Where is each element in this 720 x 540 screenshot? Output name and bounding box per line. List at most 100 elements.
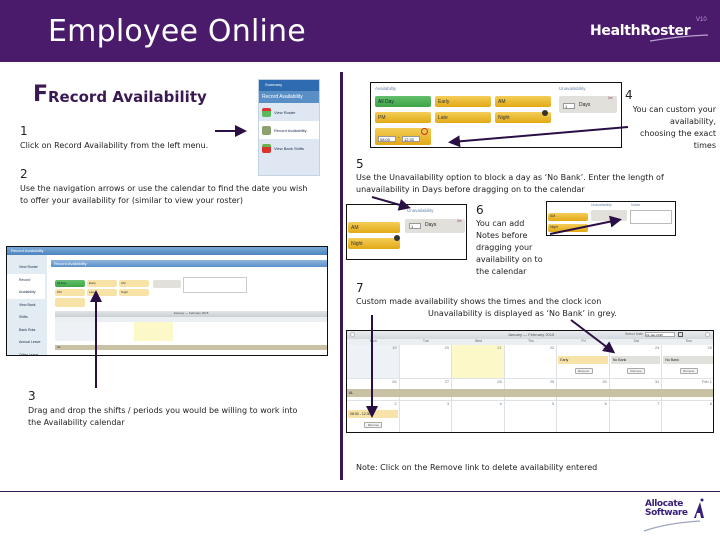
calendar-day-cell[interactable]: 4 <box>452 401 505 432</box>
day-number: 28 <box>497 379 502 384</box>
tile-am[interactable]: AM <box>348 222 400 233</box>
calendar-day-cell[interactable]: 6 <box>557 401 610 432</box>
day-number: 6 <box>604 401 607 406</box>
notes-field[interactable] <box>630 210 672 224</box>
weekday-label: Thu <box>527 339 534 343</box>
availability-icon <box>262 125 271 135</box>
unavailability-tile[interactable] <box>153 280 181 288</box>
custom-from-input[interactable]: 08:00 <box>378 136 396 142</box>
tile-late[interactable]: Late <box>435 112 491 123</box>
tile-night[interactable]: Night <box>348 238 400 249</box>
logo-swoosh-icon <box>650 34 709 42</box>
unavailability-tile[interactable] <box>591 210 627 221</box>
day-number: 27 <box>444 379 450 384</box>
calendar-day-cell[interactable]: 7 <box>609 401 663 432</box>
logo-version: V10 <box>696 17 707 23</box>
menu-item-record-availability[interactable]: Record Availability <box>259 121 319 139</box>
tile-night[interactable]: Night <box>548 224 588 232</box>
next-arrow-button[interactable] <box>705 332 710 337</box>
menu-item-label: View Bank Shifts <box>274 145 304 151</box>
entry-no-bank[interactable]: No Bank <box>610 356 661 364</box>
al-band: AL <box>347 389 713 397</box>
tile-custom[interactable] <box>55 298 85 307</box>
column-divider <box>340 72 343 480</box>
select-date-input[interactable]: 21-Jan-2015 <box>645 332 675 337</box>
calendar-day-cell[interactable]: 8 <box>662 401 713 432</box>
app-menu-item[interactable]: View Bank Shifts <box>19 299 45 324</box>
calendar-day-cell[interactable]: 21 <box>452 345 505 379</box>
today-cell <box>134 322 173 341</box>
app-menu-item-active[interactable]: Record Availability <box>7 273 45 299</box>
day-number: 30 <box>602 379 607 384</box>
days-input[interactable]: 1 <box>563 103 575 109</box>
app-menu-item[interactable]: Bank Rota <box>19 324 45 337</box>
app-menu-item[interactable]: View Roster <box>19 261 45 274</box>
menu-item-view-roster[interactable]: View Roster <box>259 103 319 121</box>
app-menu-item[interactable]: Other Leave <box>19 349 45 356</box>
tile-am[interactable]: AM <box>495 96 551 107</box>
section-title: Record Availability <box>48 88 207 106</box>
tile-all-day[interactable]: All Day <box>375 96 431 107</box>
entry-early[interactable]: Early <box>558 356 608 364</box>
unavailability-label: Unavailability <box>559 86 586 91</box>
prev-arrow-button[interactable] <box>350 332 355 337</box>
tile-early[interactable]: Early <box>87 280 117 287</box>
step-7-text2: Unavailability is displayed as ‘No Bank’… <box>428 309 617 318</box>
calendar-cell <box>55 322 95 341</box>
calendar-day-cell[interactable]: 20 <box>399 345 453 379</box>
calendar-screenshot: January — February 2015 Select Date 21-J… <box>346 330 714 433</box>
custom-to-input[interactable]: 12:30 <box>402 136 420 142</box>
step-1-number: 1 <box>20 124 28 138</box>
drag-knob-icon[interactable] <box>394 235 400 241</box>
tile-early[interactable]: Early <box>435 96 491 107</box>
pin-icon: ✂ <box>608 96 614 102</box>
days-input[interactable]: 1 <box>409 223 421 229</box>
weekday-label: Sun <box>685 339 692 343</box>
day-number: 19 <box>392 345 397 350</box>
tile-night[interactable]: Night <box>119 289 149 296</box>
calendar-picker-icon[interactable] <box>678 332 683 337</box>
step-5-number: 5 <box>356 157 364 171</box>
unavailability-screenshot: Unavailability AM Night 1 Days ✂ <box>346 204 467 260</box>
calendar-day-cell[interactable]: 5 <box>504 401 558 432</box>
calendar-day-cell[interactable]: 3 <box>399 401 453 432</box>
app-menu-item[interactable]: Annual Leave <box>19 336 45 349</box>
menu-item-view-bank-shifts[interactable]: View Bank Shifts <box>259 139 319 157</box>
tile-pm[interactable]: PM <box>55 289 85 296</box>
calendar-day-cell[interactable]: 19 <box>347 345 400 379</box>
app-panel-title: Record Availability <box>51 260 327 267</box>
tile-all-day[interactable]: All Day <box>55 280 85 287</box>
app-window-title: Record Availability <box>7 247 327 255</box>
menu-summary: Summary <box>259 80 319 91</box>
entry-no-bank[interactable]: No Bank <box>663 356 713 364</box>
section-letter: F <box>33 82 49 107</box>
tile-pm[interactable]: PM <box>375 112 431 123</box>
days-label: Days <box>579 102 591 108</box>
day-number: 7 <box>657 401 660 406</box>
notes-field[interactable] <box>183 277 247 293</box>
day-number: 8 <box>709 401 712 406</box>
day-number: 21 <box>497 345 502 350</box>
clock-icon <box>421 128 428 135</box>
step-6-text: You can add Notes before dragging your a… <box>476 219 543 276</box>
app-sidebar: View Roster Record Availability View Ban… <box>7 255 47 356</box>
remove-button[interactable]: Remove <box>679 368 698 374</box>
day-number: 2 <box>394 401 397 406</box>
notes-screenshot: Unavailability Notes AM Night <box>546 201 676 236</box>
remove-button[interactable]: Remove <box>627 368 646 374</box>
tile-am[interactable]: AM <box>548 213 588 221</box>
logo-swoosh-icon <box>643 520 701 532</box>
step-2-text: Use the navigation arrows or use the cal… <box>20 184 308 205</box>
healthroster-logo: HealthRoster V10 <box>590 17 709 42</box>
tile-am[interactable]: AM <box>119 280 149 287</box>
drag-knob-icon[interactable] <box>542 110 548 116</box>
remove-button[interactable]: Remove <box>364 422 383 428</box>
calendar-day-cell[interactable]: 22 <box>504 345 558 379</box>
availability-panel-screenshot: Availability Unavailability All Day Earl… <box>370 82 622 148</box>
tile-late[interactable]: Late <box>87 289 117 296</box>
menu-header: Record Availability <box>259 91 319 103</box>
weekday-label: Tue <box>422 339 429 343</box>
days-label: Days <box>425 222 437 228</box>
remove-button[interactable]: Remove <box>574 368 593 374</box>
entry-custom[interactable]: 08:00 - 12:30 <box>348 410 398 418</box>
